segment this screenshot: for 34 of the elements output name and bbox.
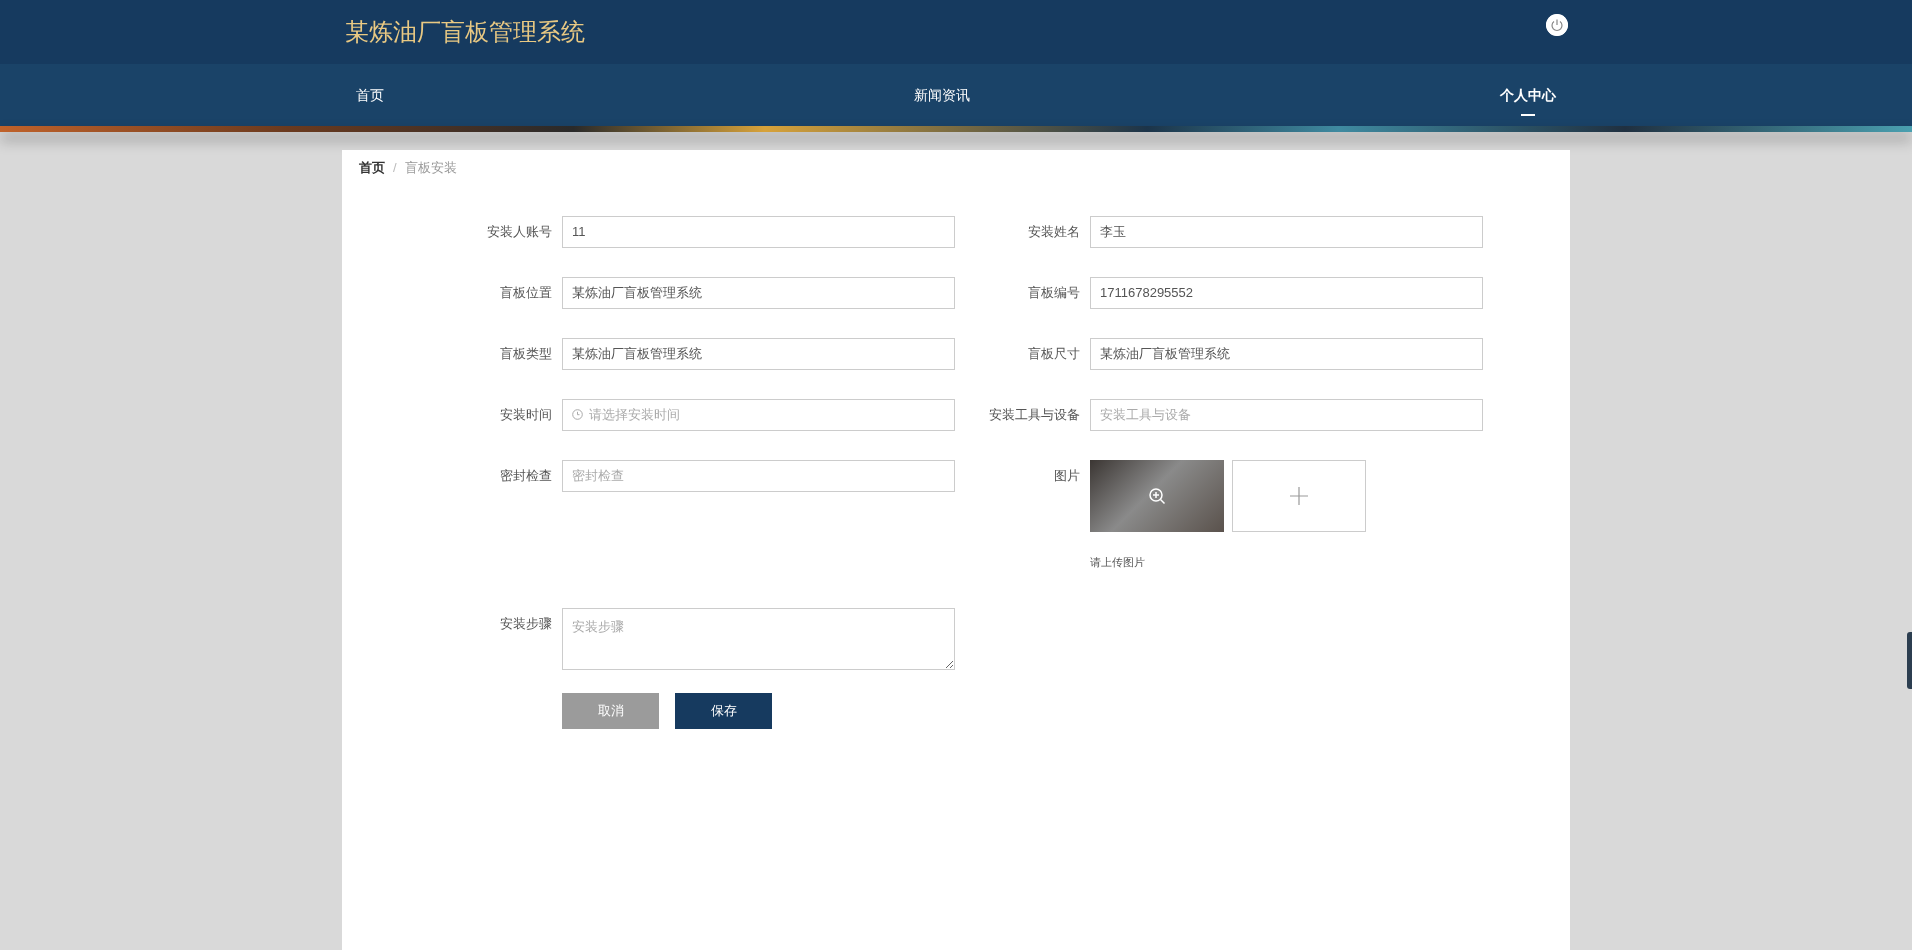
input-field[interactable]: 1711678295552 <box>1090 276 1483 309</box>
textarea-field[interactable]: 安装步骤 <box>562 607 955 670</box>
field-label: 密封检查 <box>499 466 552 485</box>
side-handle[interactable] <box>1907 632 1912 689</box>
clock-icon <box>572 409 583 420</box>
field-label: 安装步骤 <box>499 614 552 633</box>
site-title: 某炼油厂盲板管理系统 <box>345 17 585 47</box>
upload-hint: 请上传图片 <box>1090 554 1146 570</box>
field-label: 盲板尺寸 <box>1027 344 1080 363</box>
field-label: 图片 <box>1053 466 1080 485</box>
input-field[interactable]: 某炼油厂盲板管理系统 <box>562 337 955 370</box>
field-label: 盲板编号 <box>1027 283 1080 302</box>
nav-link[interactable]: 个人中心 <box>1500 72 1556 118</box>
field-label: 安装工具与设备 <box>988 405 1080 424</box>
input-field[interactable]: 某炼油厂盲板管理系统 <box>562 276 955 309</box>
plus-icon <box>1290 486 1308 505</box>
field-label: 盲板位置 <box>499 283 552 302</box>
zoom-icon[interactable] <box>1148 486 1166 505</box>
nav-link[interactable]: 首页 <box>356 72 384 118</box>
power-icon[interactable] <box>1546 14 1568 36</box>
input-field[interactable]: 密封检查 <box>562 459 955 492</box>
breadcrumb-item: 盲板安装 <box>404 159 457 177</box>
breadcrumb-item[interactable]: 首页 <box>359 158 385 178</box>
input-field[interactable]: 李玉 <box>1090 215 1483 248</box>
input-field[interactable]: 安装工具与设备 <box>1090 398 1483 431</box>
nav-link[interactable]: 新闻资讯 <box>914 72 970 118</box>
breadcrumb-separator: / <box>393 159 397 177</box>
field-label: 安装姓名 <box>1027 222 1080 241</box>
field-label: 安装人账号 <box>486 222 552 241</box>
save-button[interactable]: 保存 <box>675 692 772 729</box>
field-label: 安装时间 <box>499 405 552 424</box>
input-field[interactable]: 某炼油厂盲板管理系统 <box>1090 337 1483 370</box>
input-field[interactable]: 11 <box>562 215 955 248</box>
field-label: 盲板类型 <box>499 344 552 363</box>
